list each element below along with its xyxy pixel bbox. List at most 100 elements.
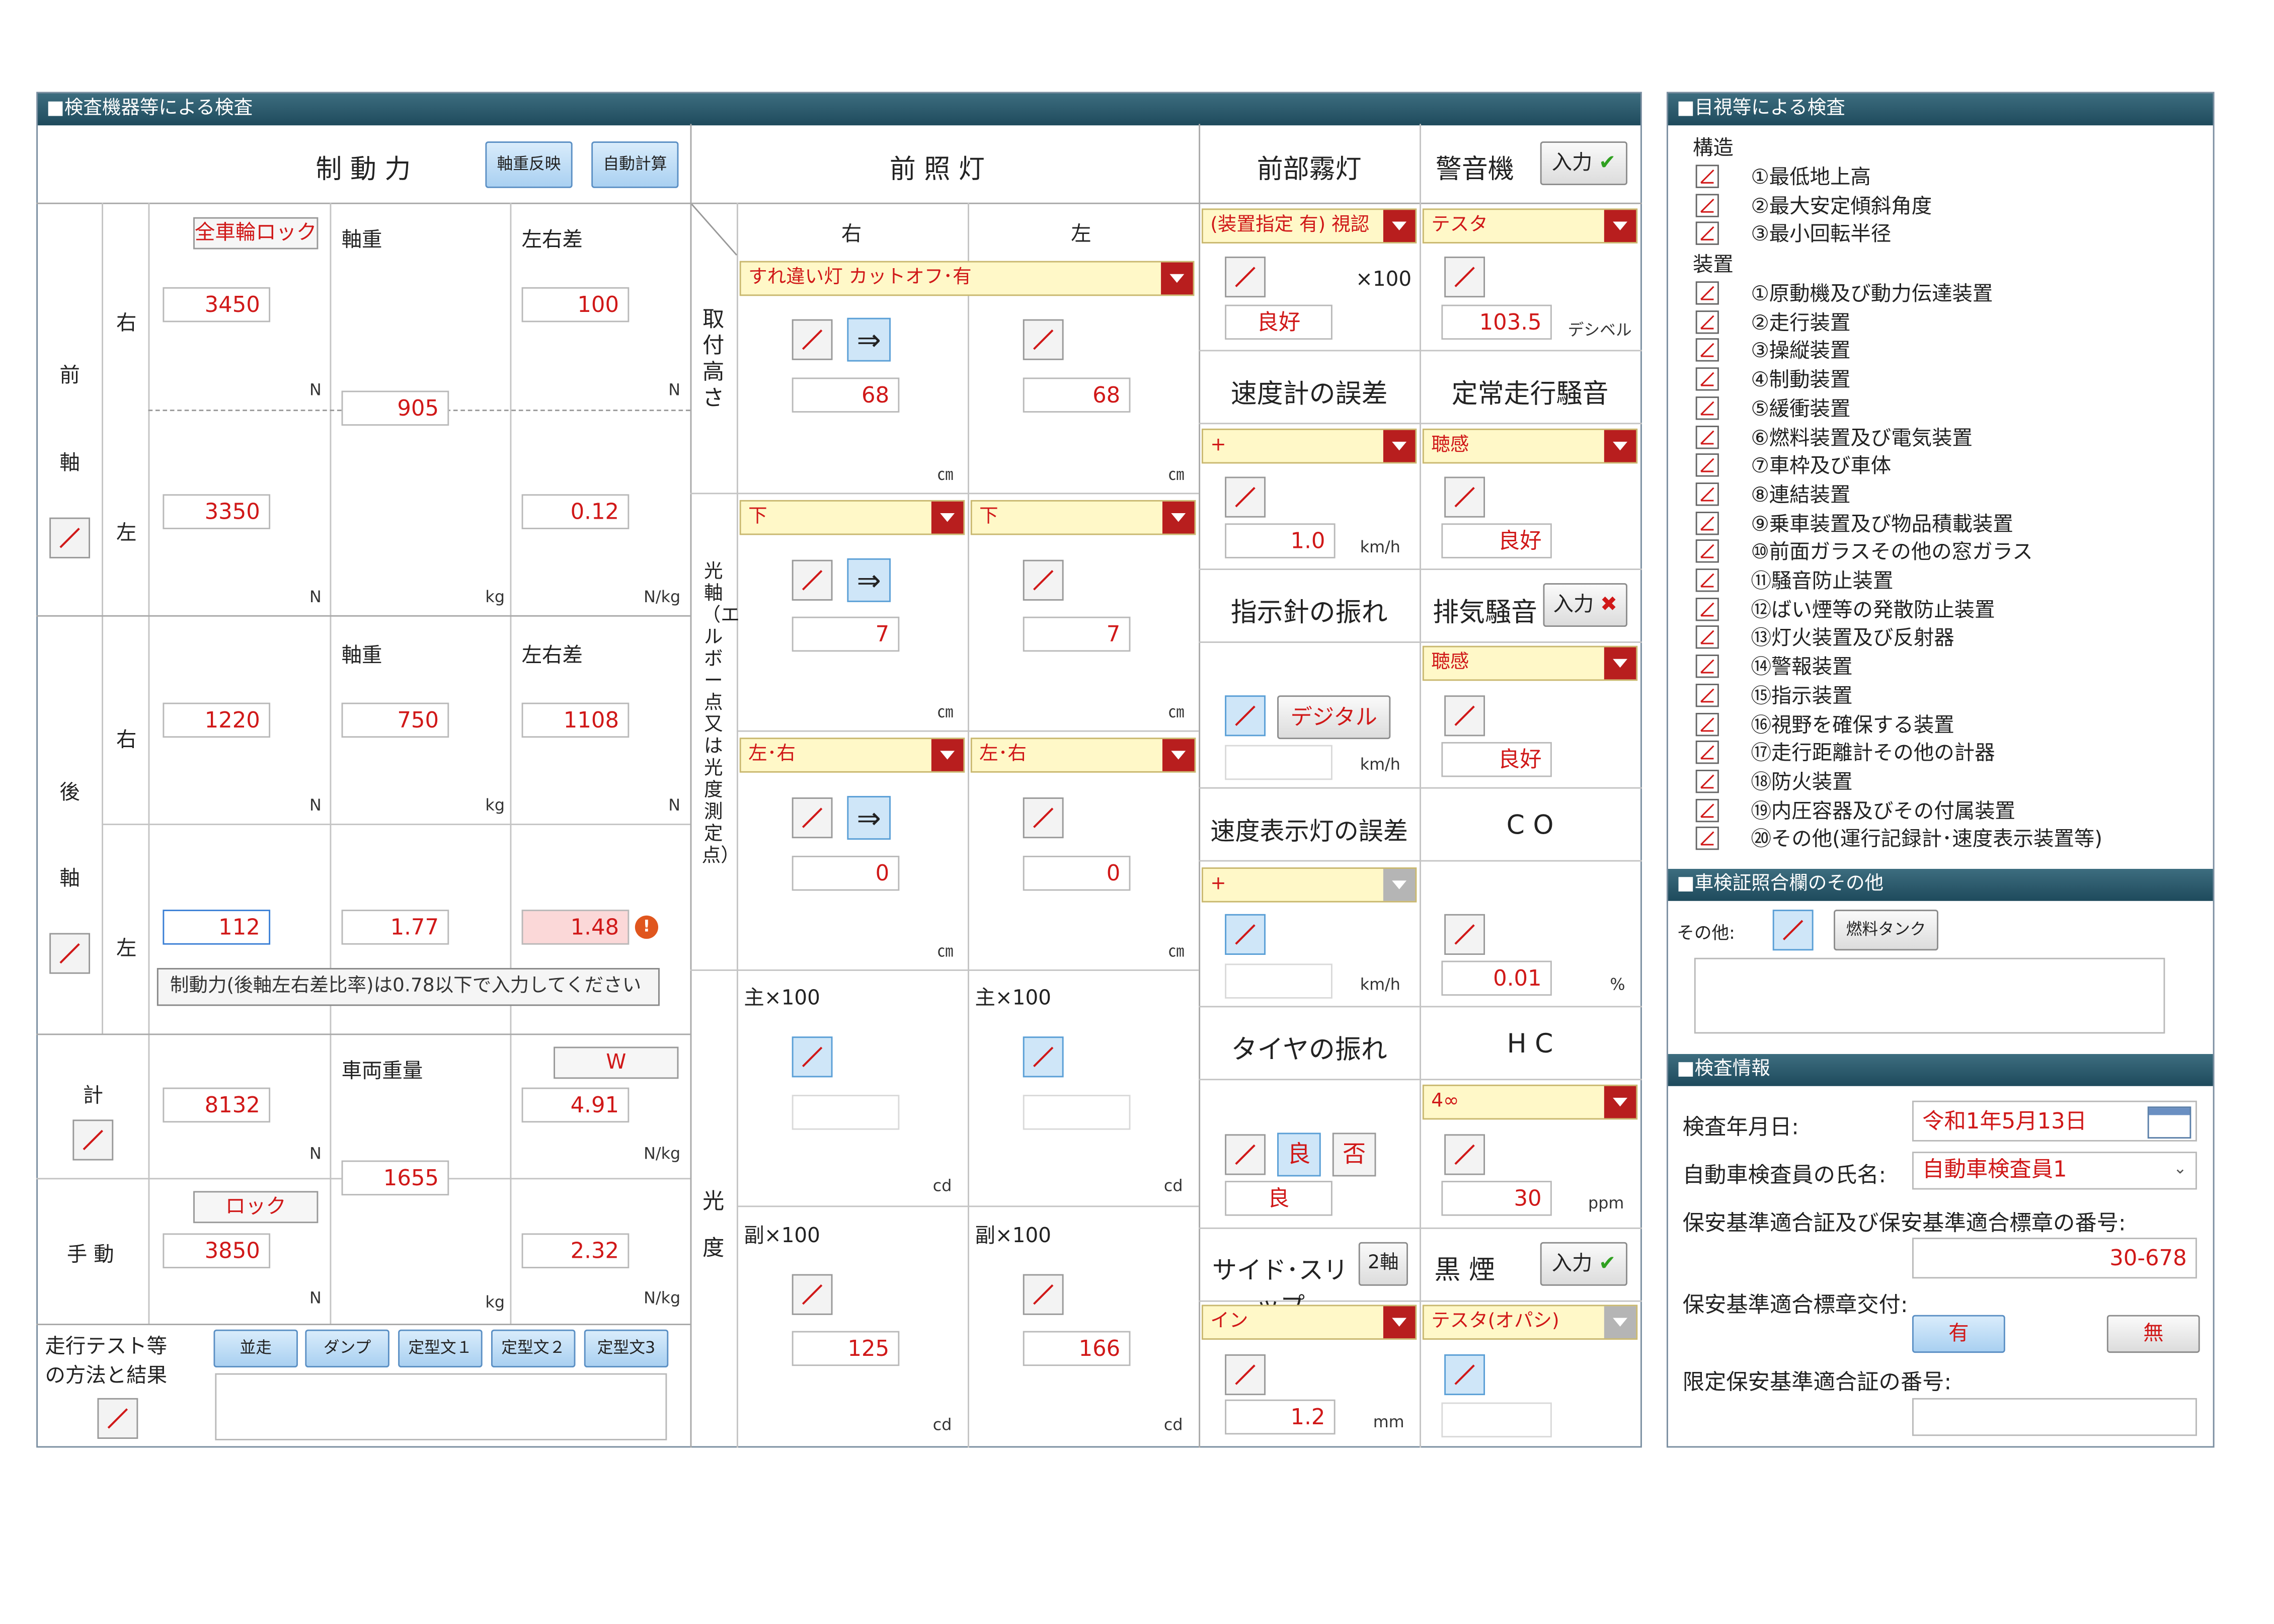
tire-bad-button[interactable]: 否 [1332, 1132, 1376, 1177]
checkbox-device-16[interactable] [1695, 712, 1719, 736]
checkbox-device-18[interactable] [1695, 769, 1719, 793]
main-left-slash[interactable] [1023, 1036, 1064, 1078]
run-test-btn-parallel[interactable]: 並走 [213, 1329, 298, 1368]
axle-reflect-button[interactable]: 軸重反映 [485, 141, 573, 188]
exhaust-result[interactable]: 良好 [1441, 742, 1552, 777]
hl-right-height-slash[interactable] [792, 319, 833, 360]
horn-input-button[interactable]: 入力 ✔ [1540, 141, 1627, 186]
all-wheel-lock-button[interactable]: 全車輪ロック [193, 217, 319, 250]
fog-slash[interactable] [1225, 256, 1266, 298]
rear-axle2-input[interactable]: 1.77 [341, 910, 449, 945]
smoke-input-button[interactable]: 入力 ✔ [1540, 1242, 1627, 1286]
cert-number-input[interactable]: 30-678 [1912, 1238, 2197, 1279]
front-diff-input[interactable]: 100 [521, 287, 630, 322]
checkbox-structure-2[interactable] [1695, 193, 1719, 217]
total-brake-input[interactable]: 8132 [163, 1087, 271, 1123]
hand-brake-input[interactable]: 3850 [163, 1233, 271, 1268]
checkbox-structure-3[interactable] [1695, 222, 1719, 246]
digital-button[interactable]: デジタル [1277, 695, 1391, 740]
axis-horizontal-dropdown-left[interactable]: 左･右 [970, 738, 1196, 773]
hc-dropdown[interactable]: 4∞ [1422, 1084, 1638, 1120]
side-slip-value-input[interactable]: 1.2 [1225, 1399, 1336, 1435]
lock-button[interactable]: ロック [193, 1191, 319, 1224]
hl-left-height-input[interactable]: 68 [1023, 377, 1131, 413]
run-test-textarea[interactable] [215, 1373, 667, 1440]
tire-slash[interactable] [1225, 1134, 1266, 1175]
hl-right-height-arrow-button[interactable]: ⇒ [847, 317, 891, 362]
checkbox-device-11[interactable] [1695, 569, 1719, 592]
sticker-yes-button[interactable]: 有 [1912, 1315, 2005, 1353]
run-test-btn-dump[interactable]: ダンプ [305, 1329, 389, 1368]
hl-left-height-slash[interactable] [1023, 319, 1064, 360]
hc-slash[interactable] [1444, 1134, 1485, 1175]
front-axle-weight-input[interactable]: 905 [341, 390, 449, 426]
checkbox-device-12[interactable] [1695, 597, 1719, 621]
side-slip-axle-button[interactable]: 2軸 [1358, 1242, 1408, 1286]
rear-axle-slash-button[interactable] [49, 933, 91, 974]
sub-right-input[interactable]: 125 [792, 1331, 900, 1366]
steady-noise-result[interactable]: 良好 [1441, 523, 1552, 558]
date-input[interactable]: 令和1年5月13日 [1912, 1100, 2197, 1142]
limited-cert-input[interactable] [1912, 1398, 2197, 1436]
checkbox-device-19[interactable] [1695, 798, 1719, 822]
horn-value-input[interactable]: 103.5 [1441, 304, 1552, 340]
fuel-tank-button[interactable]: 燃料タンク [1834, 910, 1938, 951]
rear-axle-weight-input[interactable]: 750 [341, 702, 449, 738]
fog-result[interactable]: 良好 [1225, 304, 1332, 340]
exhaust-dropdown[interactable]: 聴感 [1422, 645, 1638, 681]
checkbox-device-20[interactable] [1695, 827, 1719, 851]
run-test-btn-template-1[interactable]: 定型文１ [398, 1329, 483, 1368]
rear-diff-ratio-input[interactable]: 1.48 [521, 910, 630, 945]
smoke-slash[interactable] [1444, 1354, 1485, 1396]
needle-value-input[interactable] [1225, 745, 1332, 780]
run-test-slash-button[interactable] [97, 1398, 138, 1439]
needle-slash[interactable] [1225, 695, 1266, 737]
checkbox-device-5[interactable] [1695, 396, 1719, 420]
tire-result[interactable]: 良 [1225, 1181, 1332, 1216]
checkbox-device-7[interactable] [1695, 453, 1719, 477]
sub-left-input[interactable]: 166 [1023, 1331, 1131, 1366]
auto-calc-button[interactable]: 自動計算 [591, 141, 679, 188]
main-left-input[interactable] [1023, 1095, 1131, 1130]
hl-right-axis-input[interactable]: 7 [792, 616, 900, 652]
total-slash-button[interactable] [72, 1119, 114, 1161]
axis-vertical-dropdown-left[interactable]: 下 [970, 500, 1196, 535]
fog-dropdown[interactable]: (装置指定 有) 視認 [1201, 208, 1417, 243]
rear-left-brake-input[interactable]: 112 [163, 910, 271, 945]
beam-type-dropdown[interactable]: すれ違い灯 カットオフ･有 [739, 261, 1195, 296]
sub-left-slash[interactable] [1023, 1274, 1064, 1315]
horn-dropdown[interactable]: テスタ [1422, 208, 1638, 243]
hl-right-axis2-input[interactable]: 0 [792, 855, 900, 891]
hl-right-axis-arrow-button[interactable]: ⇒ [847, 558, 891, 602]
speedo-slash[interactable] [1225, 476, 1266, 518]
hand-brake-ratio-input[interactable]: 2.32 [521, 1233, 630, 1268]
checkbox-device-1[interactable] [1695, 281, 1719, 305]
hl-left-axis2-input[interactable]: 0 [1023, 855, 1131, 891]
front-left-brake-input[interactable]: 3350 [163, 494, 271, 529]
checkbox-device-3[interactable] [1695, 339, 1719, 362]
horn-slash[interactable] [1444, 256, 1485, 298]
run-test-btn-template-3[interactable]: 定型文3 [584, 1329, 669, 1368]
main-right-input[interactable] [792, 1095, 900, 1130]
tire-good-button[interactable]: 良 [1277, 1132, 1321, 1177]
hc-value-input[interactable]: 30 [1441, 1181, 1552, 1216]
axis-vertical-dropdown-right[interactable]: 下 [739, 500, 965, 535]
exhaust-slash[interactable] [1444, 695, 1485, 737]
checkbox-device-17[interactable] [1695, 741, 1719, 764]
front-right-brake-input[interactable]: 3450 [163, 287, 271, 322]
calendar-icon[interactable] [2147, 1106, 2191, 1139]
hl-right-axis2-arrow-button[interactable]: ⇒ [847, 796, 891, 840]
checkbox-device-8[interactable] [1695, 482, 1719, 506]
checkbox-device-4[interactable] [1695, 367, 1719, 391]
checkbox-device-13[interactable] [1695, 626, 1719, 649]
total-ratio-input[interactable]: 4.91 [521, 1087, 630, 1123]
speedo-dropdown[interactable]: + [1201, 428, 1417, 464]
inspector-select[interactable]: 自動車検査員1 ⌄ [1912, 1152, 2197, 1190]
other-slash[interactable] [1772, 910, 1814, 951]
checkbox-device-2[interactable] [1695, 310, 1719, 334]
other-textarea[interactable] [1694, 957, 2165, 1034]
axis-horizontal-dropdown-right[interactable]: 左･右 [739, 738, 965, 773]
front-diff-ratio-input[interactable]: 0.12 [521, 494, 630, 529]
main-right-slash[interactable] [792, 1036, 833, 1078]
rear-diff-input[interactable]: 1108 [521, 702, 630, 738]
